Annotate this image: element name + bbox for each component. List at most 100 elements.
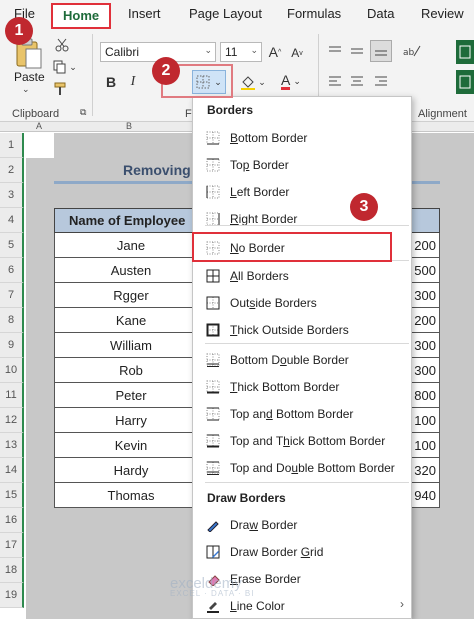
table-cell-name[interactable]: Harry	[54, 408, 194, 433]
table-cell-value[interactable]: 100	[410, 408, 440, 433]
wrap-text-icon	[459, 45, 471, 59]
table-cell-name[interactable]: Kevin	[54, 433, 194, 458]
tab-insert[interactable]: Insert	[128, 6, 161, 21]
row-header-11[interactable]: 11	[0, 383, 24, 408]
row-header-5[interactable]: 5	[0, 233, 24, 258]
align-right-button[interactable]	[372, 72, 390, 90]
column-header-b[interactable]: B	[126, 121, 132, 131]
table-cell-value[interactable]: 200	[410, 233, 440, 258]
menu-item-top-and-bottom-border[interactable]: Top and Bottom Border	[194, 401, 410, 426]
cell-a1[interactable]	[26, 133, 54, 158]
column-header-a[interactable]: A	[36, 121, 42, 131]
tab-formulas[interactable]: Formulas	[287, 6, 341, 21]
table-cell-name[interactable]: Rob	[54, 358, 194, 383]
chevron-down-icon: ⌄	[293, 75, 301, 86]
row-header-14[interactable]: 14	[0, 458, 24, 483]
menu-item-label: Left Border	[230, 185, 290, 199]
menu-item-bottom-border[interactable]: Bottom Border	[194, 125, 410, 150]
menu-item-label: Thick Bottom Border	[230, 380, 340, 394]
menu-item-bottom-double-border[interactable]: Bottom Double Border	[194, 347, 410, 372]
row-header-19[interactable]: 19	[0, 583, 24, 608]
align-center-button[interactable]	[348, 72, 366, 90]
table-cell-value[interactable]: 320	[410, 458, 440, 483]
tab-review[interactable]: Review	[421, 6, 464, 21]
row-header-4[interactable]: 4	[0, 208, 24, 233]
menu-item-label: Outside Borders	[230, 296, 317, 310]
row-header-8[interactable]: 8	[0, 308, 24, 333]
table-cell-value[interactable]: 500	[410, 258, 440, 283]
table-cell-value[interactable]: 800	[410, 383, 440, 408]
menu-item-draw-border[interactable]: Draw Border	[194, 512, 410, 537]
tab-home[interactable]: Home	[51, 3, 112, 29]
menu-item-label: Top Border	[230, 158, 289, 172]
menu-item-all-borders[interactable]: All Borders	[194, 263, 410, 288]
merge-center-button[interactable]	[456, 70, 474, 94]
cut-button[interactable]	[52, 36, 72, 54]
row-header-15[interactable]: 15	[0, 483, 24, 508]
table-header-value[interactable]	[410, 208, 440, 233]
row-header-7[interactable]: 7	[0, 283, 24, 308]
row-header-12[interactable]: 12	[0, 408, 24, 433]
table-cell-name[interactable]: Kane	[54, 308, 194, 333]
table-cell-value[interactable]: 100	[410, 433, 440, 458]
copy-dropdown-icon: ⌄	[69, 61, 77, 72]
italic-button[interactable]: I	[126, 72, 140, 92]
fill-color-button[interactable]: ⌄	[238, 72, 268, 92]
sheet-title[interactable]: Removing	[123, 162, 191, 178]
row-header-2[interactable]: 2	[0, 158, 24, 183]
row-header-6[interactable]: 6	[0, 258, 24, 283]
format-painter-button[interactable]	[50, 80, 70, 98]
align-bottom-button[interactable]	[370, 40, 392, 62]
tab-data[interactable]: Data	[367, 6, 394, 21]
table-cell-value[interactable]: 300	[410, 333, 440, 358]
table-cell-name[interactable]: Jane	[54, 233, 194, 258]
chevron-down-icon: ⌄	[258, 76, 266, 87]
font-color-button[interactable]: A ⌄	[276, 70, 306, 92]
table-cell-name[interactable]: Austen	[54, 258, 194, 283]
row-header-9[interactable]: 9	[0, 333, 24, 358]
outside-borders-icon	[206, 296, 220, 310]
align-left-button[interactable]	[326, 72, 344, 90]
clipboard-launcher-icon[interactable]: ⧉	[80, 107, 86, 118]
table-cell-value[interactable]: 940	[410, 483, 440, 508]
chevron-down-icon: ⌄	[250, 45, 258, 55]
menu-item-thick-bottom-border[interactable]: Thick Bottom Border	[194, 374, 410, 399]
table-cell-value[interactable]: 300	[410, 283, 440, 308]
menu-item-outside-borders[interactable]: Outside Borders	[194, 290, 410, 315]
row-header-1[interactable]: 1	[0, 133, 24, 158]
orientation-button[interactable]: ab	[400, 42, 424, 60]
menu-item-label: Right Border	[230, 212, 298, 226]
copy-button[interactable]: ⌄	[50, 58, 80, 76]
bold-button[interactable]: B	[104, 72, 118, 92]
shrink-font-button[interactable]: Av	[290, 44, 304, 62]
row-header-18[interactable]: 18	[0, 558, 24, 583]
wrap-text-button[interactable]	[456, 40, 474, 64]
table-cell-name[interactable]: Thomas	[54, 483, 194, 508]
table-header-name[interactable]: Name of Employee	[54, 208, 194, 233]
menu-item-top-thick-bottom-border[interactable]: Top and Thick Bottom Border	[194, 428, 410, 453]
grow-font-button[interactable]: A ^	[267, 42, 283, 62]
row-header-16[interactable]: 16	[0, 508, 24, 533]
row-header-3[interactable]: 3	[0, 183, 24, 208]
row-header-17[interactable]: 17	[0, 533, 24, 558]
top-thick-bottom-border-icon	[206, 434, 220, 448]
tab-page-layout[interactable]: Page Layout	[189, 6, 262, 21]
row-header-10[interactable]: 10	[0, 358, 24, 383]
menu-item-left-border[interactable]: Left Border	[194, 179, 410, 204]
table-cell-value[interactable]: 300	[410, 358, 440, 383]
align-top-button[interactable]	[326, 42, 344, 60]
menu-item-top-double-bottom-border[interactable]: Top and Double Bottom Border	[194, 455, 410, 480]
table-cell-name[interactable]: Hardy	[54, 458, 194, 483]
font-size-select[interactable]: 11 ⌄	[220, 42, 262, 62]
align-middle-button[interactable]	[348, 42, 366, 60]
menu-item-top-border[interactable]: Top Border	[194, 152, 410, 177]
menu-item-thick-outside-borders[interactable]: Thick Outside Borders	[194, 317, 410, 342]
table-cell-name[interactable]: Rgger	[54, 283, 194, 308]
table-cell-name[interactable]: Peter	[54, 383, 194, 408]
font-group-label: F	[185, 108, 192, 120]
row-header-13[interactable]: 13	[0, 433, 24, 458]
menu-item-draw-border-grid[interactable]: Draw Border Grid	[194, 539, 410, 564]
table-cell-value[interactable]: 200	[410, 308, 440, 333]
paste-dropdown-icon[interactable]: ⌄	[22, 84, 30, 95]
table-cell-name[interactable]: William	[54, 333, 194, 358]
